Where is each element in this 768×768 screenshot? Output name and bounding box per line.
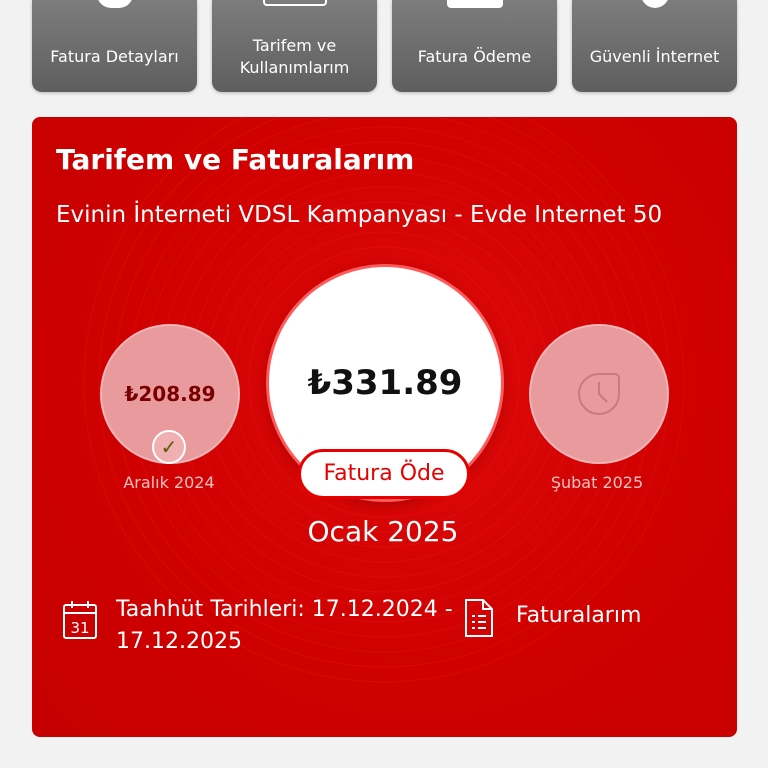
document-icon: [465, 599, 493, 637]
calendar-icon: 31: [63, 601, 97, 639]
tile-guvenli-internet[interactable]: Güvenli İnternet: [572, 0, 737, 92]
card-title: Tarifem ve Faturalarım: [56, 143, 415, 176]
tile-fatura-odeme[interactable]: Fatura Ödeme: [392, 0, 557, 92]
clock-icon: [578, 373, 620, 415]
check-icon: ✓: [152, 430, 186, 464]
usage-icon: [262, 0, 327, 6]
commitment-dates: Taahhüt Tarihleri: 17.12.2024 - 17.12.20…: [116, 597, 453, 654]
invoices-link[interactable]: Faturalarım: [516, 603, 641, 628]
svg-text:31: 31: [70, 619, 89, 637]
current-bill-amount: ₺331.89: [307, 363, 463, 403]
tile-tarifem-ve-kullanimlarim[interactable]: Tarifem ve Kullanımlarım: [212, 0, 377, 92]
tile-label: Fatura Ödeme: [417, 47, 532, 66]
current-month: Ocak 2025: [307, 515, 459, 548]
tile-label: Güvenli İnternet: [589, 47, 720, 66]
previous-bill-amount: ₺208.89: [124, 382, 216, 406]
tariff-name: Evinin İnterneti VDSL Kampanyası - Evde …: [56, 202, 663, 228]
payment-icon: [446, 0, 503, 8]
previous-month: Aralık 2024: [123, 473, 215, 492]
shortcut-tiles: Fatura Detayları Tarifem ve Kullanımları…: [0, 0, 768, 110]
shield-icon: [640, 0, 669, 8]
pay-bill-button[interactable]: Fatura Öde: [298, 449, 470, 499]
invoice-detail-icon: [96, 0, 133, 8]
tariff-and-invoices-card: Tarifem ve Faturalarım Evinin İnterneti …: [32, 117, 737, 737]
tile-label: Tarifem ve Kullanımlarım: [239, 36, 350, 77]
next-bill-circle[interactable]: [529, 324, 669, 464]
next-month: Şubat 2025: [550, 473, 644, 492]
tile-label: Fatura Detayları: [50, 47, 179, 66]
tile-fatura-detaylari[interactable]: Fatura Detayları: [32, 0, 197, 92]
